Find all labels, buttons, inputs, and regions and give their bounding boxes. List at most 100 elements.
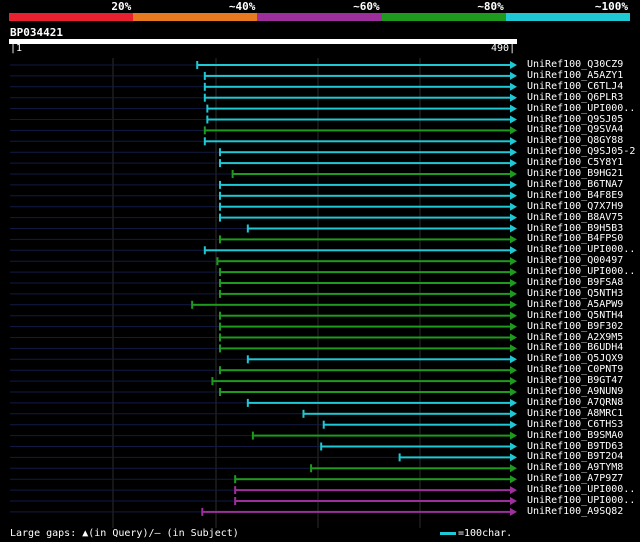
hit-row[interactable] [10, 82, 517, 91]
hit-label-link[interactable]: UniRef100_B9F302 [527, 321, 623, 332]
hit-label-link[interactable]: UniRef100_UPI000.. [527, 495, 635, 506]
hit-row[interactable] [10, 453, 517, 462]
hit-row[interactable] [10, 464, 517, 473]
hit-label-link[interactable]: UniRef100_Q00497 [527, 255, 623, 266]
hit-label-link[interactable]: UniRef100_Q5NTH4 [527, 310, 623, 321]
hit-aligned-bar[interactable] [219, 162, 513, 165]
hit-row[interactable] [10, 289, 517, 298]
hit-row[interactable] [10, 344, 517, 353]
hit-label-link[interactable]: UniRef100_Q9SJ05-2 [527, 146, 635, 157]
hit-aligned-bar[interactable] [217, 260, 512, 263]
hit-row[interactable] [10, 333, 517, 342]
hit-label-link[interactable]: UniRef100_Q6PLR3 [527, 92, 623, 103]
hit-row[interactable] [10, 104, 517, 113]
hit-label-link[interactable]: UniRef100_UPI000.. [527, 484, 635, 495]
hit-label-link[interactable]: UniRef100_C5Y8Y1 [527, 157, 623, 168]
hit-row[interactable] [10, 366, 517, 375]
hit-aligned-bar[interactable] [219, 369, 513, 372]
hit-label-link[interactable]: UniRef100_A7P9Z7 [527, 473, 623, 484]
hit-aligned-bar[interactable] [219, 347, 513, 350]
hit-row[interactable] [10, 377, 517, 386]
hit-aligned-bar[interactable] [219, 282, 513, 284]
hit-row[interactable] [10, 355, 517, 364]
hit-row[interactable] [10, 420, 517, 429]
hit-aligned-bar[interactable] [219, 238, 513, 241]
hit-row[interactable] [10, 279, 517, 287]
hit-label-link[interactable]: UniRef100_A5AZY1 [527, 70, 623, 81]
hit-label-link[interactable]: UniRef100_A9SQ82 [527, 506, 623, 517]
hit-aligned-bar[interactable] [219, 292, 513, 295]
hit-label-link[interactable]: UniRef100_B9SMA0 [527, 430, 623, 441]
hit-label-link[interactable]: UniRef100_B8AV75 [527, 212, 623, 223]
hit-label-link[interactable]: UniRef100_A2X9M5 [527, 332, 623, 343]
hit-aligned-bar[interactable] [204, 74, 512, 77]
hit-row[interactable] [10, 486, 517, 495]
hit-label-link[interactable]: UniRef100_Q5NTH3 [527, 288, 623, 299]
hit-aligned-bar[interactable] [219, 391, 513, 393]
hit-label-link[interactable]: UniRef100_A9TYM8 [527, 462, 623, 473]
hit-aligned-bar[interactable] [207, 118, 512, 121]
hit-aligned-bar[interactable] [247, 401, 512, 404]
hit-aligned-bar[interactable] [219, 325, 513, 328]
hit-row[interactable] [10, 224, 517, 233]
hit-aligned-bar[interactable] [212, 380, 512, 383]
hit-label-link[interactable]: UniRef100_B9H5B3 [527, 223, 623, 234]
hit-aligned-bar[interactable] [303, 412, 512, 415]
hit-label-link[interactable]: UniRef100_B6TNA7 [527, 179, 623, 190]
hit-label-link[interactable]: UniRef100_Q8GY88 [527, 135, 623, 146]
hit-aligned-bar[interactable] [219, 151, 513, 154]
hit-aligned-bar[interactable] [219, 216, 513, 219]
hit-label-link[interactable]: UniRef100_Q5JQX9 [527, 353, 623, 364]
hit-row[interactable] [10, 115, 517, 124]
hit-aligned-bar[interactable] [399, 456, 512, 459]
hit-label-link[interactable]: UniRef100_A5APW9 [527, 299, 623, 310]
hit-aligned-bar[interactable] [207, 107, 512, 110]
hit-row[interactable] [10, 137, 517, 146]
hit-row[interactable] [10, 159, 517, 168]
hit-row[interactable] [10, 246, 517, 255]
hit-label-link[interactable]: UniRef100_B9TD63 [527, 441, 623, 452]
hit-label-link[interactable]: UniRef100_A9NUN9 [527, 386, 623, 397]
hit-row[interactable] [10, 93, 517, 102]
hit-row[interactable] [10, 257, 517, 266]
hit-row[interactable] [10, 202, 517, 211]
hit-label-link[interactable]: UniRef100_C6THS3 [527, 419, 623, 430]
hit-label-link[interactable]: UniRef100_UPI000.. [527, 244, 635, 255]
hit-row[interactable] [10, 191, 517, 200]
hit-aligned-bar[interactable] [232, 173, 512, 175]
hit-aligned-bar[interactable] [204, 249, 512, 252]
hit-label-link[interactable]: UniRef100_Q9SVA4 [527, 124, 623, 135]
hit-row[interactable] [10, 507, 517, 516]
hit-row[interactable] [10, 180, 517, 189]
hit-aligned-bar[interactable] [219, 336, 513, 339]
hit-aligned-bar[interactable] [235, 489, 513, 492]
hit-row[interactable] [10, 322, 517, 331]
hit-aligned-bar[interactable] [247, 227, 512, 230]
hit-row[interactable] [10, 409, 517, 418]
hit-row[interactable] [10, 475, 517, 484]
hit-row[interactable] [10, 170, 517, 178]
hit-row[interactable] [10, 311, 517, 320]
hit-row[interactable] [10, 442, 517, 451]
hit-label-link[interactable]: UniRef100_Q9SJ05 [527, 114, 623, 125]
hit-label-link[interactable]: UniRef100_B4F8E9 [527, 190, 623, 201]
hit-label-link[interactable]: UniRef100_C0PNT9 [527, 364, 623, 375]
hit-aligned-bar[interactable] [235, 500, 513, 502]
hit-label-link[interactable]: UniRef100_Q7X7H9 [527, 201, 623, 212]
hit-aligned-bar[interactable] [192, 303, 512, 306]
hit-label-link[interactable]: UniRef100_B6UDH4 [527, 342, 623, 353]
hit-aligned-bar[interactable] [311, 467, 512, 470]
hit-label-link[interactable]: UniRef100_B9FSA8 [527, 277, 623, 288]
hit-row[interactable] [10, 61, 517, 69]
hit-aligned-bar[interactable] [321, 445, 512, 448]
hit-row[interactable] [10, 213, 517, 222]
hit-row[interactable] [10, 235, 517, 244]
hit-aligned-bar[interactable] [204, 140, 512, 143]
hit-label-link[interactable]: UniRef100_UPI000.. [527, 103, 635, 114]
hit-aligned-bar[interactable] [202, 510, 512, 513]
hit-aligned-bar[interactable] [235, 478, 513, 481]
hit-row[interactable] [10, 71, 517, 80]
hit-aligned-bar[interactable] [204, 85, 512, 88]
hit-aligned-bar[interactable] [219, 271, 513, 274]
hit-aligned-bar[interactable] [219, 194, 513, 197]
